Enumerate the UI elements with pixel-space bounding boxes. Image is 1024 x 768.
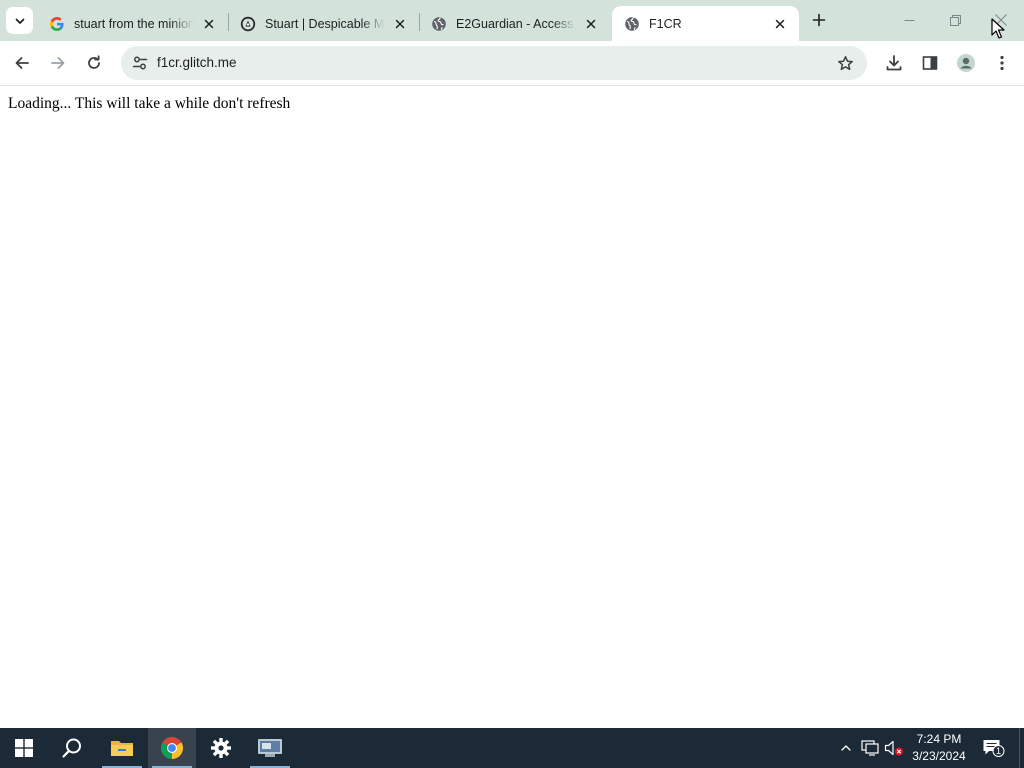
side-panel-button[interactable] <box>916 49 944 77</box>
bookmark-button[interactable] <box>832 50 858 76</box>
reload-button[interactable] <box>80 49 108 77</box>
close-icon[interactable] <box>200 15 218 33</box>
volume-tray-button[interactable] <box>884 738 904 758</box>
minimize-icon <box>904 19 914 21</box>
close-icon[interactable] <box>582 15 600 33</box>
back-button[interactable] <box>8 49 36 77</box>
forward-button[interactable] <box>44 49 72 77</box>
close-icon[interactable] <box>391 15 409 33</box>
chrome-taskbar-button[interactable] <box>148 728 196 768</box>
tab-f1cr[interactable]: F1CR <box>612 6 799 41</box>
globe-icon <box>431 16 447 32</box>
tab-e2guardian[interactable]: E2Guardian - Access D <box>419 6 610 41</box>
profile-button[interactable] <box>952 49 980 77</box>
more-vert-icon <box>1000 55 1004 71</box>
tab-google-search[interactable]: stuart from the minion <box>37 6 228 41</box>
address-bar[interactable]: f1cr.glitch.me <box>121 46 867 80</box>
chevron-up-icon <box>841 745 851 751</box>
download-icon <box>886 55 902 71</box>
arrow-right-icon <box>51 57 65 69</box>
tab-search-button[interactable] <box>6 7 33 34</box>
browser-toolbar: f1cr.glitch.me <box>0 41 1024 86</box>
tune-icon <box>132 56 148 70</box>
arrow-left-icon <box>15 57 29 69</box>
search-button[interactable] <box>48 728 96 768</box>
notification-count: 1 <box>996 746 1001 756</box>
url-text[interactable]: f1cr.glitch.me <box>157 55 237 70</box>
notification-icon: 1 <box>983 740 1005 757</box>
tab-strip: stuart from the minion Stuart | Despicab… <box>0 0 1024 41</box>
settings-icon <box>211 738 231 758</box>
loading-message: Loading... This will take a while don't … <box>8 95 291 112</box>
start-button[interactable] <box>0 728 48 768</box>
star-icon <box>837 55 853 70</box>
volume-muted-icon <box>884 740 903 756</box>
tab-title: E2Guardian - Access D <box>456 16 576 31</box>
network-icon <box>861 740 879 756</box>
fandom-icon <box>240 16 256 32</box>
file-explorer-button[interactable] <box>98 728 146 768</box>
show-hidden-icons-button[interactable] <box>836 738 856 758</box>
chevron-down-icon <box>15 18 24 24</box>
avatar-icon <box>957 54 975 72</box>
menu-button[interactable] <box>988 49 1016 77</box>
plus-icon <box>812 13 826 27</box>
start-icon <box>15 739 33 757</box>
google-g-icon <box>49 16 65 32</box>
taskbar: 7:24 PM 3/23/2024 1 <box>0 728 1024 768</box>
clock[interactable]: 7:24 PM 3/23/2024 <box>906 731 972 765</box>
close-icon[interactable] <box>771 15 789 33</box>
clock-date: 3/23/2024 <box>912 749 966 763</box>
tab-fandom[interactable]: Stuart | Despicable Me <box>228 6 419 41</box>
downloads-button[interactable] <box>880 49 908 77</box>
reload-icon <box>88 55 100 69</box>
remote-desktop-icon <box>258 739 282 757</box>
side-panel-icon <box>922 56 938 70</box>
settings-taskbar-button[interactable] <box>197 728 245 768</box>
site-info-button[interactable] <box>127 50 153 76</box>
restore-button[interactable] <box>932 0 978 40</box>
network-tray-button[interactable] <box>860 738 880 758</box>
new-tab-button[interactable] <box>808 9 830 31</box>
show-desktop-button[interactable] <box>1019 728 1024 768</box>
restore-icon <box>949 14 961 26</box>
page-content: Loading... This will take a while don't … <box>0 87 1024 728</box>
minimize-button[interactable] <box>886 0 932 40</box>
notification-center-button[interactable]: 1 <box>982 738 1006 758</box>
chrome-icon <box>161 737 183 759</box>
remote-desktop-taskbar-button[interactable] <box>246 728 294 768</box>
file-explorer-icon <box>111 741 133 756</box>
search-icon <box>62 738 81 758</box>
tab-title: Stuart | Despicable Me <box>265 16 385 31</box>
tab-title: stuart from the minion <box>74 16 194 31</box>
clock-time: 7:24 PM <box>916 732 962 746</box>
globe-icon <box>624 16 640 32</box>
mouse-cursor-icon <box>991 18 1005 39</box>
tab-title: F1CR <box>649 16 682 31</box>
